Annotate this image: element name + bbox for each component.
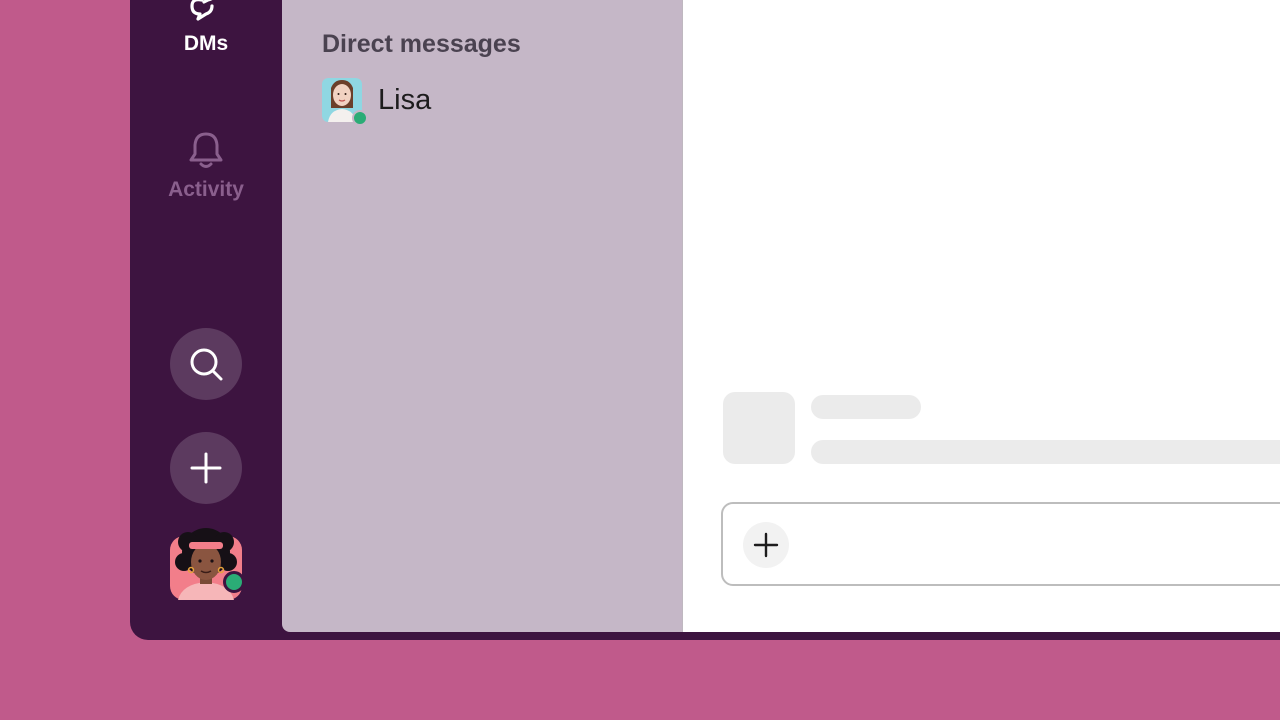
rail-item-activity[interactable]: Activity [130, 130, 282, 202]
dm-presence-indicator [352, 110, 368, 126]
search-icon [190, 348, 223, 381]
dm-name: Lisa [378, 83, 432, 116]
rail-label-activity: Activity [168, 178, 244, 201]
plus-icon [753, 532, 779, 558]
composer-add-button[interactable] [743, 522, 789, 568]
search-button[interactable] [170, 328, 242, 400]
loading-message-placeholder [811, 440, 1280, 464]
rail-item-dms[interactable]: DMs [130, 0, 282, 56]
add-button[interactable] [170, 432, 242, 504]
user-presence-indicator [223, 571, 245, 593]
app-window: DMs Activity Direct messages Lisa [130, 0, 1280, 640]
user-avatar[interactable] [170, 528, 245, 600]
section-title: Direct messages [322, 30, 521, 58]
plus-icon [190, 452, 222, 484]
workspace-rail: DMs Activity [130, 0, 282, 640]
rail-label-dms: DMs [183, 32, 229, 55]
loading-name-placeholder [811, 395, 921, 419]
dm-item-lisa[interactable]: Lisa [322, 76, 642, 126]
dm-sidebar: Direct messages Lisa [282, 0, 682, 632]
dms-icon [190, 0, 214, 21]
message-composer[interactable] [721, 502, 1280, 586]
loading-avatar-placeholder [723, 392, 795, 464]
message-pane [682, 0, 1280, 632]
dm-avatar [322, 78, 368, 126]
bell-icon [189, 132, 223, 168]
